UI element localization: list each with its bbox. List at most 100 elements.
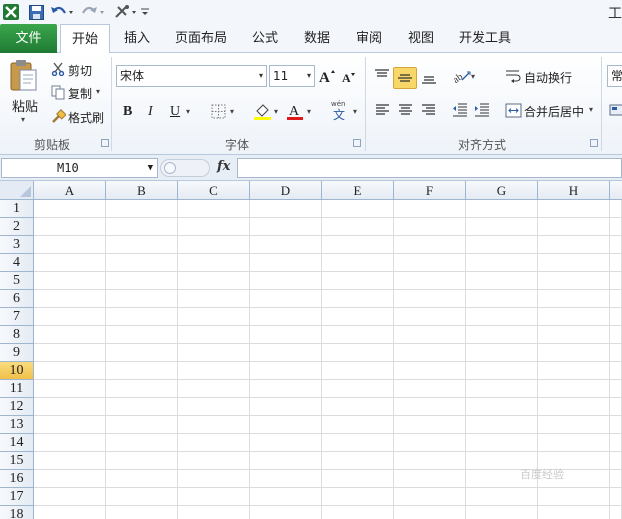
cell[interactable] bbox=[394, 308, 466, 326]
copy-icon[interactable] bbox=[50, 84, 66, 100]
cell[interactable] bbox=[178, 434, 250, 452]
cell[interactable] bbox=[538, 236, 610, 254]
cell[interactable] bbox=[250, 398, 322, 416]
cell[interactable] bbox=[178, 218, 250, 236]
cell[interactable] bbox=[34, 452, 106, 470]
customize-qat-icon[interactable] bbox=[140, 2, 150, 22]
cell[interactable] bbox=[610, 362, 622, 380]
excel-logo-icon[interactable] bbox=[2, 2, 20, 22]
cell[interactable] bbox=[34, 326, 106, 344]
cell[interactable] bbox=[394, 362, 466, 380]
cell[interactable] bbox=[610, 398, 622, 416]
row-header-15[interactable]: 15 bbox=[0, 452, 34, 470]
cell[interactable] bbox=[250, 416, 322, 434]
cell[interactable] bbox=[610, 488, 622, 506]
cell[interactable] bbox=[34, 272, 106, 290]
cell[interactable] bbox=[106, 398, 178, 416]
cell[interactable] bbox=[466, 236, 538, 254]
cell[interactable] bbox=[250, 506, 322, 519]
cell[interactable] bbox=[466, 272, 538, 290]
cut-button[interactable]: 剪切 bbox=[68, 62, 92, 79]
cell[interactable] bbox=[106, 218, 178, 236]
borders-dropdown-icon[interactable]: ▾ bbox=[230, 107, 234, 116]
row-header-3[interactable]: 3 bbox=[0, 236, 34, 254]
cell[interactable] bbox=[610, 290, 622, 308]
cell[interactable] bbox=[106, 380, 178, 398]
paste-icon[interactable] bbox=[8, 57, 40, 95]
cell[interactable] bbox=[178, 200, 250, 218]
borders-icon[interactable] bbox=[210, 103, 226, 119]
cell[interactable] bbox=[34, 254, 106, 272]
cell[interactable] bbox=[250, 254, 322, 272]
row-header-16[interactable]: 16 bbox=[0, 470, 34, 488]
cell[interactable] bbox=[538, 434, 610, 452]
cell[interactable] bbox=[250, 452, 322, 470]
cell[interactable] bbox=[610, 344, 622, 362]
column-header-partial[interactable] bbox=[610, 181, 622, 200]
cell[interactable] bbox=[106, 290, 178, 308]
cell[interactable] bbox=[178, 506, 250, 519]
phonetic-guide-icon[interactable]: wén 文 bbox=[330, 99, 350, 121]
cell[interactable] bbox=[322, 344, 394, 362]
cell[interactable] bbox=[538, 362, 610, 380]
cell[interactable] bbox=[34, 236, 106, 254]
align-right-icon[interactable] bbox=[419, 101, 437, 119]
tab-home[interactable]: 开始 bbox=[60, 24, 110, 54]
cell[interactable] bbox=[322, 434, 394, 452]
cell[interactable] bbox=[250, 362, 322, 380]
column-header-b[interactable]: B bbox=[106, 181, 178, 200]
cell[interactable] bbox=[466, 434, 538, 452]
align-left-icon[interactable] bbox=[373, 101, 391, 119]
cell[interactable] bbox=[34, 506, 106, 519]
cell[interactable] bbox=[610, 470, 622, 488]
cell[interactable] bbox=[34, 488, 106, 506]
cell[interactable] bbox=[322, 362, 394, 380]
cell[interactable] bbox=[34, 380, 106, 398]
align-bottom-icon[interactable] bbox=[420, 69, 438, 87]
cell[interactable] bbox=[34, 398, 106, 416]
cell[interactable] bbox=[466, 254, 538, 272]
number-format-combo[interactable]: 常 bbox=[607, 65, 622, 87]
cell[interactable] bbox=[394, 380, 466, 398]
column-header-h[interactable]: H bbox=[538, 181, 610, 200]
cell[interactable] bbox=[538, 380, 610, 398]
cell[interactable] bbox=[466, 506, 538, 519]
cell[interactable] bbox=[538, 344, 610, 362]
cell[interactable] bbox=[322, 470, 394, 488]
cell[interactable] bbox=[538, 506, 610, 519]
font-size-dropdown-icon[interactable]: ▾ bbox=[307, 66, 311, 86]
cell[interactable] bbox=[322, 254, 394, 272]
row-header-13[interactable]: 13 bbox=[0, 416, 34, 434]
cell[interactable] bbox=[466, 200, 538, 218]
cell[interactable] bbox=[178, 470, 250, 488]
name-box[interactable]: M10 ▼ bbox=[1, 158, 158, 178]
cell[interactable] bbox=[250, 326, 322, 344]
cell[interactable] bbox=[466, 416, 538, 434]
alignment-launcher-icon[interactable] bbox=[590, 139, 598, 147]
cell[interactable] bbox=[106, 470, 178, 488]
cell[interactable] bbox=[538, 290, 610, 308]
grow-font-icon[interactable]: A bbox=[319, 67, 335, 85]
cell[interactable] bbox=[466, 326, 538, 344]
row-header-5[interactable]: 5 bbox=[0, 272, 34, 290]
row-header-9[interactable]: 9 bbox=[0, 344, 34, 362]
cell[interactable] bbox=[610, 434, 622, 452]
cell[interactable] bbox=[106, 272, 178, 290]
cell[interactable] bbox=[610, 452, 622, 470]
cell[interactable] bbox=[34, 470, 106, 488]
font-name-combo[interactable]: 宋体 ▾ bbox=[116, 65, 267, 87]
tab-insert[interactable]: 插入 bbox=[114, 24, 160, 53]
cell[interactable] bbox=[106, 416, 178, 434]
cell[interactable] bbox=[34, 434, 106, 452]
cell[interactable] bbox=[178, 272, 250, 290]
cell[interactable] bbox=[178, 416, 250, 434]
select-all-button[interactable] bbox=[0, 181, 34, 200]
fill-color-icon[interactable] bbox=[252, 101, 272, 121]
formula-input[interactable] bbox=[237, 158, 622, 178]
cell[interactable] bbox=[250, 218, 322, 236]
cell[interactable] bbox=[178, 290, 250, 308]
row-header-12[interactable]: 12 bbox=[0, 398, 34, 416]
undo-icon[interactable] bbox=[49, 2, 77, 22]
cell[interactable] bbox=[106, 344, 178, 362]
orientation-dropdown-icon[interactable]: ▾ bbox=[471, 72, 475, 81]
